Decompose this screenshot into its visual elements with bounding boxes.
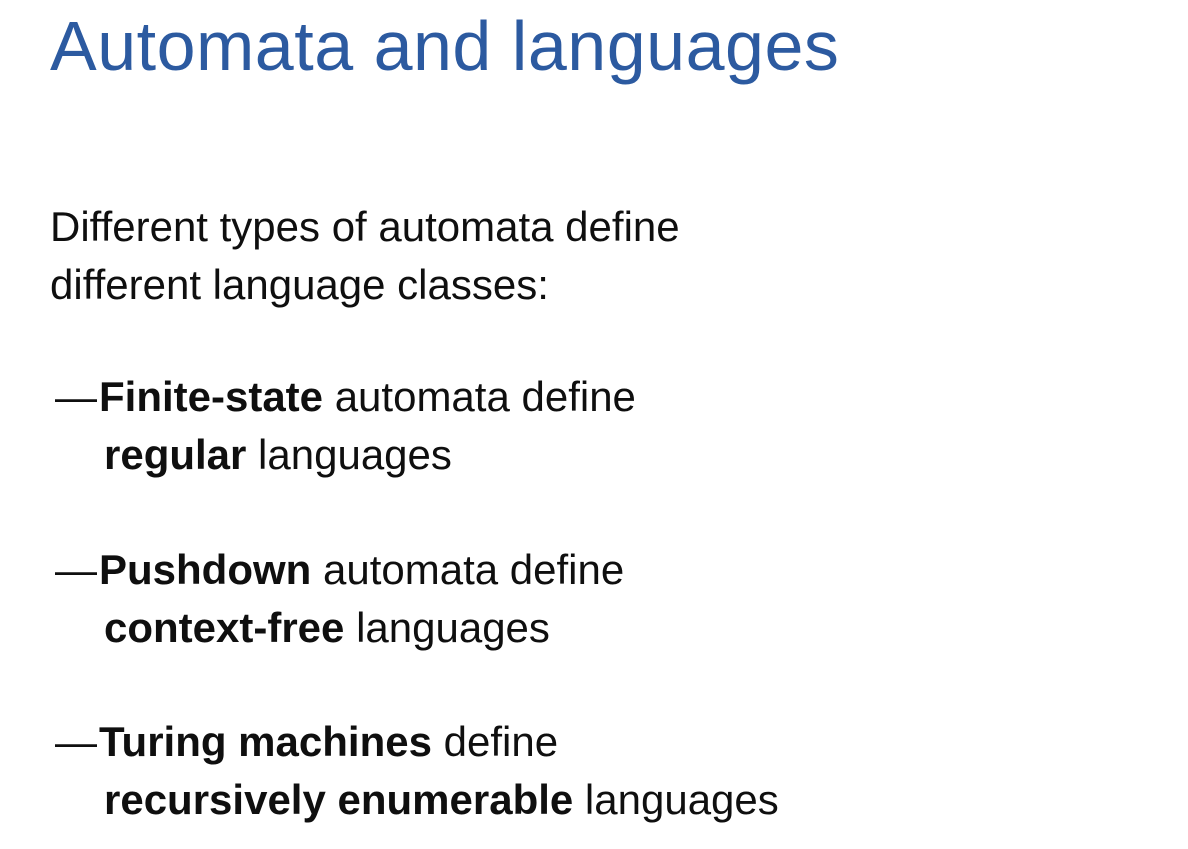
bullet-line-1: —Turing machines define — [55, 713, 779, 771]
bullet-finite-state: —Finite-state automata define regular la… — [55, 368, 636, 484]
bullet-text-2: languages — [246, 431, 452, 478]
bullet-line-2: recursively enumerable languages — [55, 771, 779, 829]
bullet-term-2: context-free — [104, 604, 345, 651]
dash-marker: — — [55, 718, 97, 765]
bullet-line-1: —Pushdown automata define — [55, 541, 624, 599]
bullet-term-2: regular — [104, 431, 247, 478]
bullet-term: Finite-state — [99, 373, 324, 420]
bullet-term: Pushdown — [99, 546, 312, 593]
bullet-term: Turing machines — [99, 718, 432, 765]
bullet-text-2: languages — [344, 604, 550, 651]
slide: Automata and languages Different types o… — [0, 0, 1188, 849]
bullet-line-2: regular languages — [55, 426, 636, 484]
bullet-turing-machines: —Turing machines define recursively enum… — [55, 713, 779, 829]
bullet-line-2: context-free languages — [55, 599, 624, 657]
bullet-text: automata define — [311, 546, 625, 593]
bullet-term-2: recursively enumerable — [104, 776, 574, 823]
slide-title: Automata and languages — [50, 7, 840, 85]
bullet-text: automata define — [323, 373, 636, 420]
bullet-text: define — [431, 718, 559, 765]
intro-line-1: Different types of automata define — [50, 203, 680, 250]
dash-marker: — — [55, 373, 97, 420]
dash-marker: — — [55, 546, 97, 593]
bullet-text-2: languages — [573, 776, 779, 823]
bullet-pushdown: —Pushdown automata define context-free l… — [55, 541, 624, 657]
intro-line-2: different language classes: — [50, 261, 549, 308]
bullet-line-1: —Finite-state automata define — [55, 368, 636, 426]
intro-text: Different types of automata define diffe… — [50, 198, 680, 314]
